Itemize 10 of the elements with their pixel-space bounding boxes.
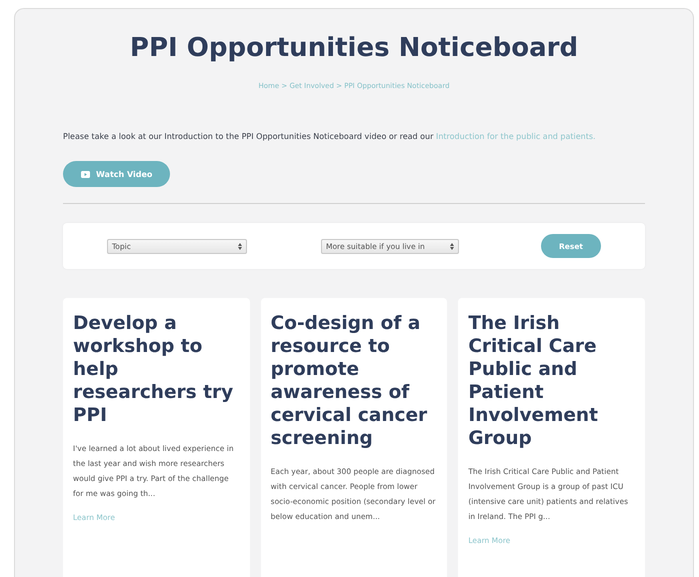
card-title: Develop a workshop to help researchers try PPI <box>73 312 234 427</box>
intro-text: Please take a look at our Introduction to the PPI Opportunities Noticeboard video or read our Introduction for the public and patients. <box>63 131 597 143</box>
watch-video-button[interactable]: Watch Video <box>63 161 170 187</box>
page-title: PPI Opportunities Noticeboard <box>128 32 580 65</box>
select-arrows-icon <box>238 242 242 250</box>
select-arrows-icon <box>450 242 454 250</box>
video-icon <box>81 170 90 178</box>
intro-link[interactable]: Introduction for the public and patients. <box>436 132 596 141</box>
card-title: The Irish Critical Care Public and Patient Involvement Group <box>468 312 599 450</box>
card-title: Co-design of a resource to promote awareness of cervical cancer screening <box>270 312 428 450</box>
